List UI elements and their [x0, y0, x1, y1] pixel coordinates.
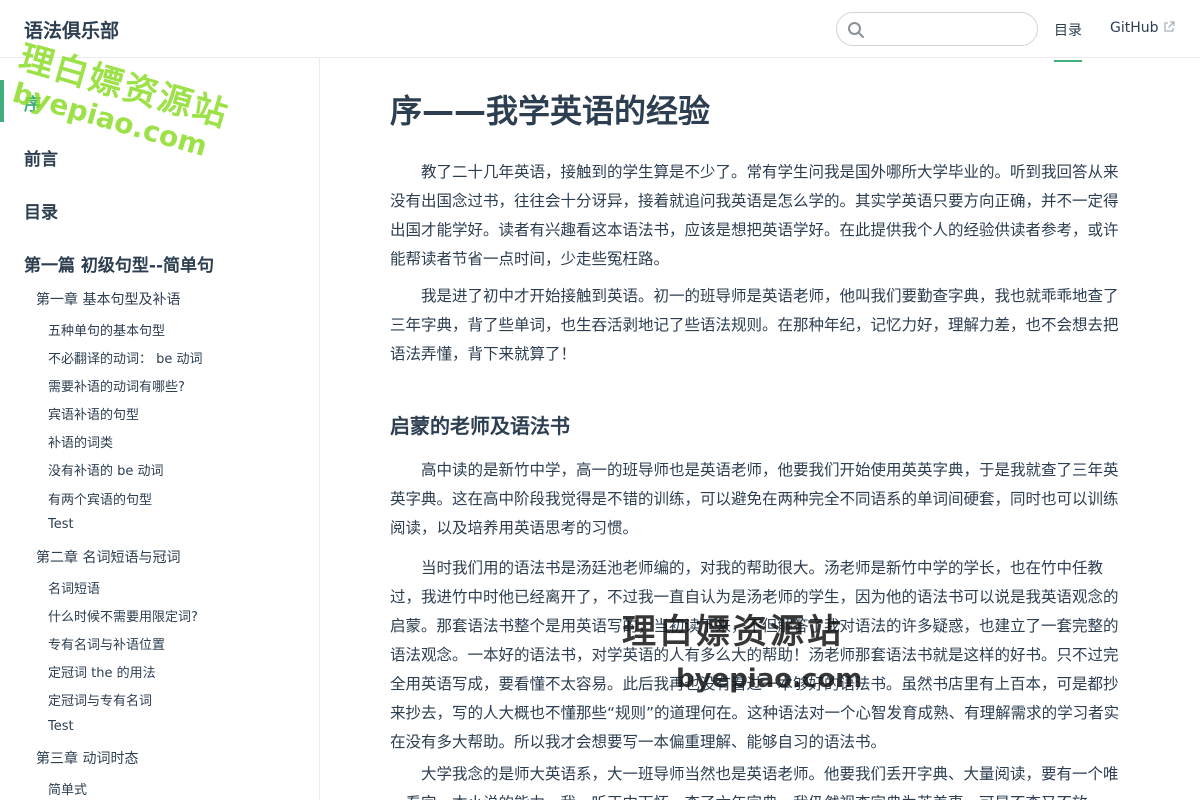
sidebar-subitem[interactable]: 名词短语: [48, 578, 100, 597]
sidebar-item-contents[interactable]: 目录: [24, 198, 58, 223]
navbar: 语法俱乐部 目录 GitHub: [0, 0, 1200, 62]
sidebar-subitem[interactable]: 宾语补语的句型: [48, 404, 139, 423]
site-name[interactable]: 语法俱乐部: [24, 16, 119, 43]
nav-link-github-label: GitHub: [1110, 20, 1159, 36]
sidebar-item-part1[interactable]: 第一篇 初级句型--简单句: [24, 251, 214, 276]
content-paragraph: 当时我们用的语法书是汤廷池老师编的，对我的帮助很大。汤老师是新竹中学的学长，也在…: [390, 559, 1120, 751]
external-link-icon: [1163, 21, 1175, 32]
content-paragraph: 教了二十几年英语，接触到的学生算是不少了。常有学生问我是国外哪所大学毕业的。听到…: [390, 163, 1119, 268]
sidebar-active-indicator: [0, 80, 4, 122]
sidebar-subitem[interactable]: 定冠词与专有名词: [48, 690, 152, 709]
content-paragraph: 高中读的是新竹中学，高一的班导师也是英语老师，他要我们开始使用英英字典，于是我就…: [390, 461, 1119, 537]
section-title: 启蒙的老师及语法书: [390, 414, 570, 438]
search-input[interactable]: [869, 17, 1029, 41]
sidebar-subitem[interactable]: 五种单句的基本句型: [48, 320, 165, 339]
page-title: 序——我学英语的经验: [390, 92, 711, 130]
sidebar: 序 前言 目录 第一篇 初级句型--简单句 第一章 基本句型及补语 五种单句的基…: [0, 58, 320, 800]
search-icon: [848, 22, 864, 38]
sidebar-subitem[interactable]: 没有补语的 be 动词: [48, 460, 164, 479]
sidebar-subitem[interactable]: 专有名词与补语位置: [48, 634, 165, 653]
nav-link-toc[interactable]: 目录: [1054, 20, 1082, 62]
sidebar-subitem[interactable]: 简单式: [48, 779, 87, 798]
sidebar-subitem[interactable]: 定冠词 the 的用法: [48, 662, 156, 681]
sidebar-item-foreword[interactable]: 前言: [24, 145, 58, 170]
content-paragraph: 我是进了初中才开始接触到英语。初一的班导师是英语老师，他叫我们要勤查字典，我也就…: [390, 287, 1119, 363]
sidebar-subitem[interactable]: 什么时候不需要用限定词?: [48, 606, 198, 625]
main-content: 序——我学英语的经验 教了二十几年英语，接触到的学生算是不少了。常有学生问我是国…: [390, 58, 1130, 800]
sidebar-chapter-3[interactable]: 第三章 动词时态: [36, 748, 138, 768]
content-paragraph: 大学我念的是师大英语系，大一班导师当然也是英语老师。他要我们丢开字典、大量阅读，…: [390, 765, 1119, 800]
sidebar-subitem[interactable]: Test: [48, 719, 74, 734]
sidebar-subitem[interactable]: 有两个宾语的句型: [48, 489, 152, 508]
sidebar-chapter-1[interactable]: 第一章 基本句型及补语: [36, 289, 180, 309]
sidebar-subitem[interactable]: 不必翻译的动词： be 动词: [48, 348, 203, 367]
sidebar-subitem[interactable]: 需要补语的动词有哪些?: [48, 376, 185, 395]
search-box[interactable]: [836, 12, 1038, 46]
sidebar-subitem[interactable]: 补语的词类: [48, 432, 113, 451]
nav-link-github[interactable]: GitHub: [1110, 20, 1175, 40]
sidebar-subitem[interactable]: Test: [48, 517, 74, 532]
sidebar-item-preface[interactable]: 序: [24, 90, 41, 115]
sidebar-chapter-2[interactable]: 第二章 名词短语与冠词: [36, 547, 180, 567]
